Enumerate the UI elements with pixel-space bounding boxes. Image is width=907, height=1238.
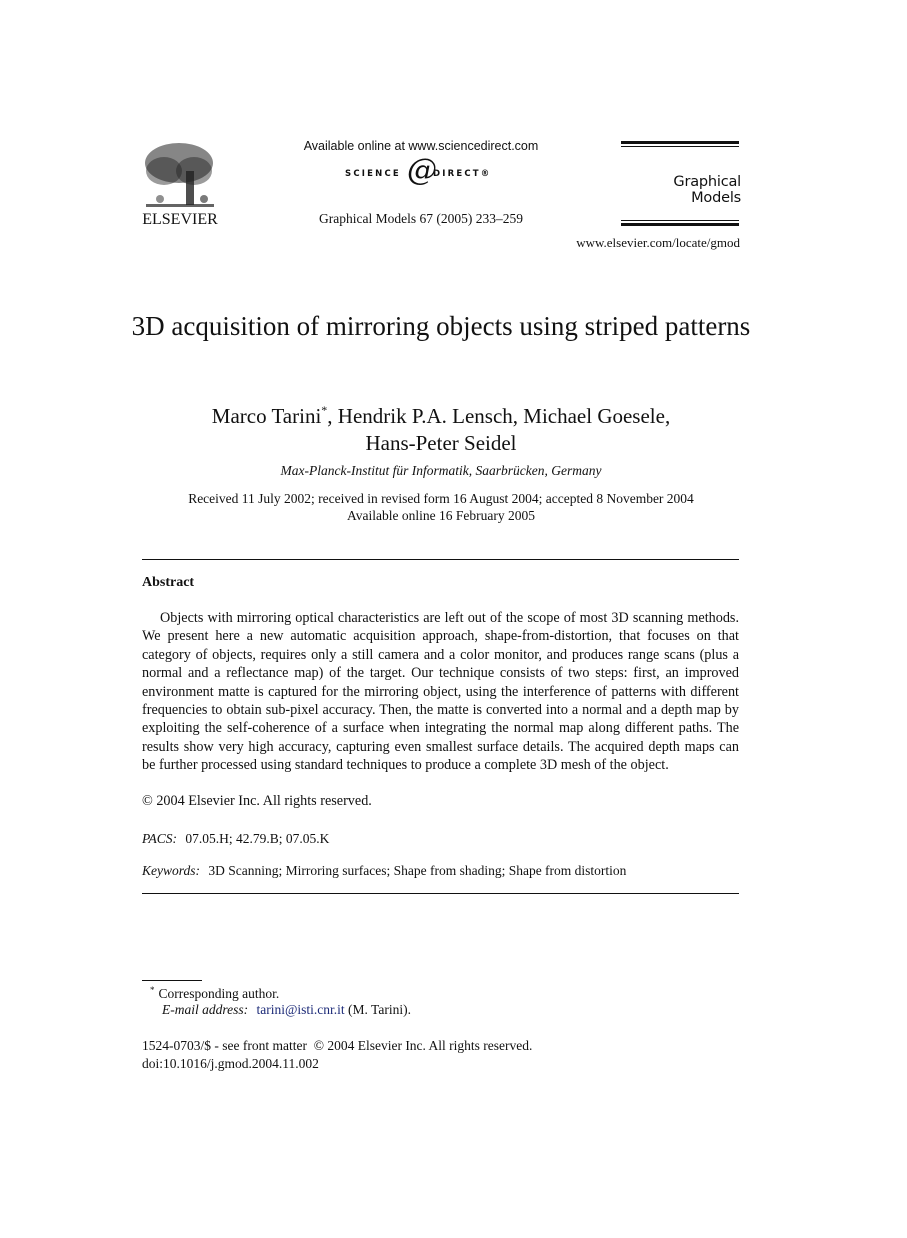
footnote-corresponding-text: Corresponding author. <box>158 986 280 1001</box>
pacs-value: 07.05.H; 42.79.B; 07.05.K <box>185 831 330 846</box>
article-dates: Received 11 July 2002; received in revis… <box>120 490 762 524</box>
journal-url[interactable]: www.elsevier.com/locate/gmod <box>540 235 740 251</box>
email-suffix: (M. Tarini). <box>348 1002 411 1017</box>
elsevier-tree-icon <box>145 143 214 207</box>
keywords: Keywords: 3D Scanning; Mirroring surface… <box>142 863 626 879</box>
journal-citation: Graphical Models 67 (2005) 233–259 <box>319 211 523 226</box>
author-first: Marco Tarini <box>211 404 322 428</box>
front-matter-notice: 1524-0703/$ - see front matter © 2004 El… <box>142 1038 533 1053</box>
abstract-copyright: © 2004 Elsevier Inc. All rights reserved… <box>142 793 372 809</box>
available-online-date: Available online 16 February 2005 <box>347 508 535 523</box>
sciencedirect-direct-word: DIRECT® <box>433 169 492 179</box>
sciencedirect-science-word: SCIENCE <box>345 169 401 179</box>
journal-brand: Graphical Models <box>673 174 741 206</box>
footnote-corresponding-author: * Corresponding author. <box>150 985 279 1002</box>
abstract-body: Objects with mirroring optical character… <box>142 610 739 774</box>
abstract-heading: Abstract <box>142 575 195 590</box>
paper-title: 3D acquisition of mirroring objects usin… <box>131 311 751 341</box>
sciencedirect-available-text: Available online at www.sciencedirect.co… <box>303 139 539 153</box>
authors-line2: Hans-Peter Seidel <box>365 431 517 455</box>
abstract-bottom-divider <box>142 893 739 894</box>
elsevier-wordmark: ELSEVIER <box>142 211 218 228</box>
keywords-value: 3D Scanning; Mirroring surfaces; Shape f… <box>208 863 627 878</box>
elsevier-logo: ELSEVIER <box>140 141 220 229</box>
footnote-email: E-mail address: tarini@isti.cnr.it (M. T… <box>162 1002 411 1018</box>
sciencedirect-logo: SCIENCE @ DIRECT® <box>300 156 540 194</box>
email-label: E-mail address: <box>162 1002 249 1017</box>
doi[interactable]: doi:10.1016/j.gmod.2004.11.002 <box>142 1056 319 1072</box>
footnote-mark: * <box>150 985 155 995</box>
keywords-label: Keywords: <box>142 863 200 878</box>
pacs-label: PACS: <box>142 831 178 846</box>
abstract-top-divider <box>142 559 739 560</box>
author-list: Marco Tarini*, Hendrik P.A. Lensch, Mich… <box>120 397 762 457</box>
affiliation: Max-Planck-Institut für Informatik, Saar… <box>280 463 602 478</box>
received-dates: Received 11 July 2002; received in revis… <box>188 491 694 506</box>
authors-rest: , Hendrik P.A. Lensch, Michael Goesele, <box>327 404 671 428</box>
email-link[interactable]: tarini@isti.cnr.it <box>257 1002 345 1017</box>
pacs-codes: PACS: 07.05.H; 42.79.B; 07.05.K <box>142 831 329 847</box>
footnote-divider <box>142 980 202 981</box>
journal-brand-rule-bottom <box>621 220 739 226</box>
journal-brand-rule-top <box>621 141 739 147</box>
